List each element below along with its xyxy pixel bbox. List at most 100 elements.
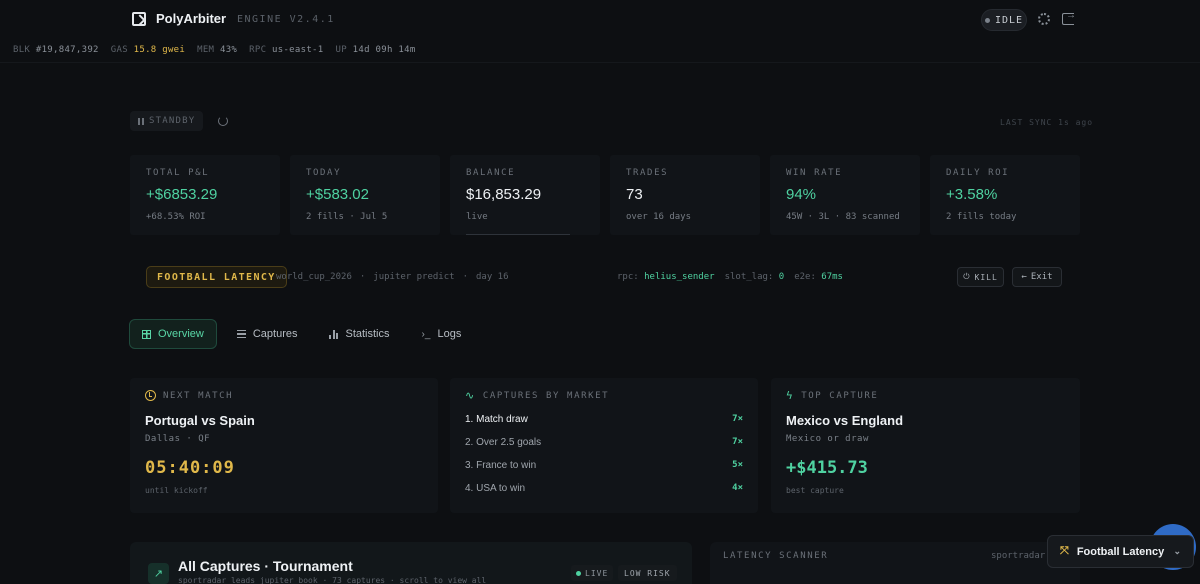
slot-lag-label: slot_lag: bbox=[724, 272, 774, 282]
list-item[interactable]: 2. Over 2.5 goals 7× bbox=[465, 437, 743, 460]
block-metric: BLK #19,847,392 bbox=[13, 45, 99, 55]
top-capture-teams: Mexico vs England bbox=[786, 413, 904, 428]
strategy-meta: world_cup_2026 · jupiter predict · day 1… bbox=[276, 272, 509, 282]
app-logo[interactable]: PolyArbiter bbox=[132, 11, 226, 26]
stat-sub: 2 fills · Jul 5 bbox=[306, 212, 388, 222]
panel-title: ∿ CAPTURES BY MARKET bbox=[465, 390, 743, 401]
pause-icon bbox=[138, 117, 144, 125]
main-tabs: Overview Captures Statistics ›_ Logs bbox=[129, 319, 473, 349]
scanner-source: sportradar bbox=[991, 551, 1046, 561]
list-item[interactable]: 1. Match draw 7× bbox=[465, 414, 743, 437]
system-metrics-bar: BLK #19,847,392 GAS 15.8 gwei MEM 43% RP… bbox=[13, 45, 416, 55]
captures-by-market-panel: ∿ CAPTURES BY MARKET 1. Match draw 7× 2.… bbox=[450, 378, 758, 513]
chevron-down-icon: ⌄ bbox=[1173, 546, 1181, 556]
strategy-strip: FOOTBALL LATENCY world_cup_2026 · jupite… bbox=[130, 261, 1080, 293]
stat-label: TRADES bbox=[626, 168, 669, 178]
top-capture-market: Mexico or draw bbox=[786, 434, 869, 444]
list-icon bbox=[236, 330, 246, 338]
latency-scanner-card: LATENCY SCANNER sportradar bbox=[710, 542, 1080, 584]
top-capture-profit: +$415.73 bbox=[786, 458, 868, 478]
stat-sub: +68.53% ROI bbox=[146, 212, 206, 222]
uptime-label: UP bbox=[335, 45, 347, 55]
stat-card-win-rate: WIN RATE 94% 45W · 3L · 83 scanned bbox=[770, 155, 920, 235]
clock-icon bbox=[145, 390, 156, 401]
panel-title-label: TOP CAPTURE bbox=[801, 390, 879, 401]
match-teams: Portugal vs Spain bbox=[145, 413, 255, 428]
stat-card-balance: BALANCE $16,853.29 live bbox=[450, 155, 600, 235]
rpc-label: RPC bbox=[249, 45, 267, 55]
tab-label: Overview bbox=[158, 328, 204, 340]
all-captures-card: ↗ All Captures · Tournament sportradar l… bbox=[130, 542, 692, 584]
stat-label: TODAY bbox=[306, 168, 342, 178]
engine-status-pill[interactable]: IDLE bbox=[981, 9, 1027, 31]
exit-button[interactable]: ← Exit bbox=[1012, 267, 1062, 287]
stat-value: +3.58% bbox=[946, 186, 998, 203]
stat-label: DAILY ROI bbox=[946, 168, 1010, 178]
slot-lag-readout: slot_lag: 0 bbox=[725, 272, 785, 282]
market-count: 5× bbox=[732, 460, 743, 470]
logout-icon[interactable] bbox=[1062, 10, 1076, 25]
top-capture-panel: ϟ TOP CAPTURE Mexico vs England Mexico o… bbox=[771, 378, 1080, 513]
stat-card-today: TODAY +$583.02 2 fills · Jul 5 bbox=[290, 155, 440, 235]
meta-separator: · bbox=[462, 272, 468, 282]
tab-captures[interactable]: Captures bbox=[225, 319, 310, 349]
refresh-icon[interactable] bbox=[218, 116, 228, 126]
list-item[interactable]: 3. France to win 5× bbox=[465, 460, 743, 483]
kill-button[interactable]: ⏻ KILL bbox=[957, 267, 1004, 287]
latency-readout: rpc: helius_sender slot_lag: 0 e2e: 67ms bbox=[617, 272, 843, 282]
stat-card-daily-roi: DAILY ROI +3.58% 2 fills today bbox=[930, 155, 1080, 235]
arrow-left-icon: ← bbox=[1021, 272, 1027, 282]
live-label: LIVE bbox=[585, 568, 609, 578]
gas-metric: GAS 15.8 gwei bbox=[111, 45, 185, 55]
market-count: 7× bbox=[732, 437, 743, 447]
header-divider bbox=[0, 62, 1200, 63]
strategy-model: jupiter predict bbox=[373, 272, 455, 282]
stat-label: WIN RATE bbox=[786, 168, 843, 178]
bar-chart-icon bbox=[329, 329, 339, 339]
stat-sub: 45W · 3L · 83 scanned bbox=[786, 212, 900, 222]
stat-label: BALANCE bbox=[466, 168, 516, 178]
all-captures-title: All Captures · Tournament bbox=[178, 558, 353, 574]
tab-logs[interactable]: ›_ Logs bbox=[410, 319, 474, 349]
market-list: 1. Match draw 7× 2. Over 2.5 goals 7× 3.… bbox=[465, 414, 743, 506]
risk-badge: LOW RISK bbox=[618, 565, 677, 581]
mem-label: MEM bbox=[197, 45, 215, 55]
standby-toggle[interactable]: STANDBY bbox=[130, 111, 204, 131]
strategy-selector[interactable]: ⤧ Football Latency ⌄ bbox=[1047, 535, 1194, 568]
rpc-metric: RPC us-east-1 bbox=[249, 45, 323, 55]
tab-label: Captures bbox=[252, 328, 298, 340]
tab-overview[interactable]: Overview bbox=[129, 319, 217, 349]
tab-statistics[interactable]: Statistics bbox=[317, 319, 401, 349]
rpc-readout-label: rpc: bbox=[617, 272, 639, 282]
stat-card-total-pnl: TOTAL P&L +$6853.29 +68.53% ROI bbox=[130, 155, 280, 235]
logo-icon bbox=[132, 11, 146, 26]
activity-icon: ∿ bbox=[465, 389, 476, 402]
gas-value: 15.8 gwei bbox=[133, 45, 186, 55]
list-item[interactable]: 4. USA to win 4× bbox=[465, 483, 743, 506]
bolt-icon: ϟ bbox=[786, 389, 795, 402]
stat-value: 94% bbox=[786, 186, 817, 203]
rpc-value: us-east-1 bbox=[272, 45, 324, 55]
block-value: #19,847,392 bbox=[35, 45, 99, 55]
market-count: 4× bbox=[732, 483, 743, 493]
gear-icon[interactable] bbox=[1038, 13, 1050, 25]
standby-label: STANDBY bbox=[149, 116, 196, 126]
engine-version: ENGINE V2.4.1 bbox=[237, 14, 335, 25]
gas-label: GAS bbox=[110, 45, 128, 55]
panel-title: NEXT MATCH bbox=[145, 390, 423, 401]
e2e-value: 67ms bbox=[821, 272, 843, 282]
strategy-event: world_cup_2026 bbox=[276, 272, 352, 282]
market-label: 1. Match draw bbox=[465, 414, 528, 425]
kickoff-countdown: 05:40:09 bbox=[145, 458, 235, 478]
trending-up-icon: ↗ bbox=[148, 563, 169, 584]
strategy-day: day 16 bbox=[475, 272, 509, 282]
stat-sub: over 16 days bbox=[626, 212, 692, 222]
next-match-panel: NEXT MATCH Portugal vs Spain Dallas · QF… bbox=[130, 378, 438, 513]
power-icon: ⏻ bbox=[963, 272, 971, 281]
market-label: 2. Over 2.5 goals bbox=[465, 437, 542, 448]
market-label: 3. France to win bbox=[465, 460, 537, 471]
tab-label: Statistics bbox=[345, 328, 390, 340]
status-dot-icon bbox=[984, 17, 990, 23]
stats-row: TOTAL P&L +$6853.29 +68.53% ROI TODAY +$… bbox=[130, 155, 1080, 235]
stat-value: +$6853.29 bbox=[146, 186, 218, 203]
